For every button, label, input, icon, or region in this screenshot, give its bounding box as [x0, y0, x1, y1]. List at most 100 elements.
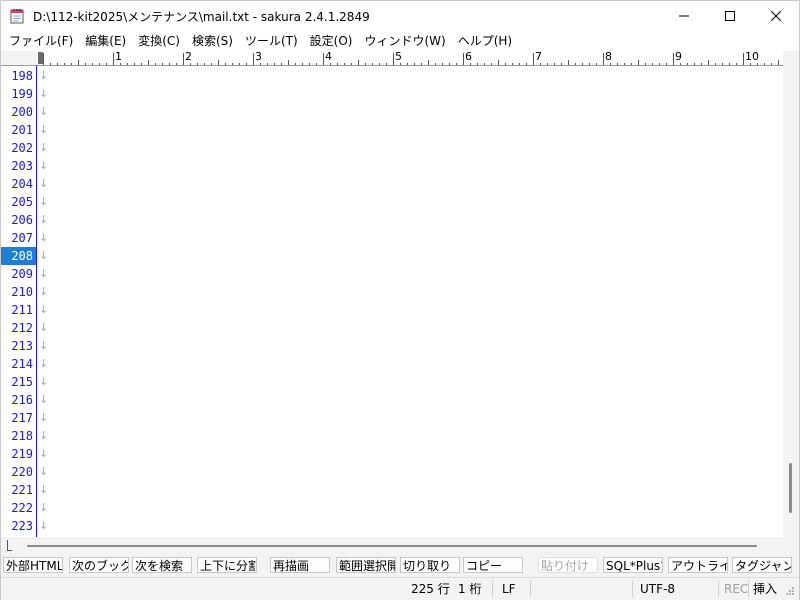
line-number[interactable]: 201: [1, 121, 36, 139]
split-box-icon[interactable]: [7, 540, 12, 551]
function-key-button[interactable]: 次のブックマーク: [69, 557, 129, 573]
line-number[interactable]: 216: [1, 391, 36, 409]
editor-line[interactable]: 201 ↓: [1, 121, 783, 139]
ruler-number: 8: [605, 51, 612, 63]
menu-window[interactable]: ウィンドウ(W): [358, 31, 451, 51]
maximize-button[interactable]: [707, 1, 753, 31]
line-number[interactable]: 205: [1, 193, 36, 211]
line-number[interactable]: 222: [1, 499, 36, 517]
line-number[interactable]: 208: [1, 247, 36, 265]
editor-line[interactable]: 208 ↓: [1, 247, 783, 265]
editor-line[interactable]: 205 ↓: [1, 193, 783, 211]
ruler-tick: [127, 63, 128, 65]
editor-line[interactable]: 204 ↓: [1, 175, 783, 193]
ruler-tick: [218, 60, 219, 65]
ruler-tick: [183, 53, 184, 65]
editor-line[interactable]: 223 ↓: [1, 517, 783, 535]
text-editor[interactable]: 1 2 3 4 5 6 7 8 9 10 198 ↓ 199 ↓ 200 ↓ 201 ↓ 202 ↓ 203 ↓ 204 ↓…: [1, 51, 783, 537]
eol-arrow-icon: ↓: [39, 267, 49, 280]
function-key-button[interactable]: 切り取り: [400, 557, 460, 573]
line-number[interactable]: 217: [1, 409, 36, 427]
line-number[interactable]: 219: [1, 445, 36, 463]
close-button[interactable]: [753, 1, 799, 31]
editor-line[interactable]: 200 ↓: [1, 103, 783, 121]
function-key-button[interactable]: 範囲選択開始: [336, 557, 396, 573]
menu-help[interactable]: ヘルプ(H): [452, 31, 518, 51]
horizontal-scrollbar[interactable]: [1, 537, 799, 553]
editor-lines[interactable]: 198 ↓ 199 ↓ 200 ↓ 201 ↓ 202 ↓ 203 ↓ 204 ↓ 205 ↓ 206 ↓ 207 ↓…: [1, 66, 783, 537]
line-number[interactable]: 199: [1, 85, 36, 103]
ruler-tick: [57, 63, 58, 65]
line-number[interactable]: 218: [1, 427, 36, 445]
editor-line[interactable]: 203 ↓: [1, 157, 783, 175]
eol-arrow-icon: ↓: [39, 447, 49, 460]
line-number[interactable]: 223: [1, 517, 36, 535]
line-number[interactable]: 213: [1, 337, 36, 355]
function-key-button[interactable]: SQL*Plusで実行: [603, 557, 663, 573]
menu-tools[interactable]: ツール(T): [239, 31, 304, 51]
editor-line[interactable]: 219 ↓: [1, 445, 783, 463]
editor-line[interactable]: 207 ↓: [1, 229, 783, 247]
minimize-button[interactable]: [661, 1, 707, 31]
vertical-scrollbar[interactable]: [783, 51, 799, 537]
editor-line[interactable]: 199 ↓: [1, 85, 783, 103]
editor-line[interactable]: 221 ↓: [1, 481, 783, 499]
editor-line[interactable]: 214 ↓: [1, 355, 783, 373]
editor-line[interactable]: 213 ↓: [1, 337, 783, 355]
line-number[interactable]: 203: [1, 157, 36, 175]
horizontal-scroll-thumb[interactable]: [27, 545, 757, 547]
editor-line[interactable]: 211 ↓: [1, 301, 783, 319]
function-key-button[interactable]: アウトライン: [668, 557, 728, 573]
title-bar[interactable]: D:\112-kit2025\メンテナンス\mail.txt - sakura …: [1, 1, 799, 31]
line-number[interactable]: 202: [1, 139, 36, 157]
resize-grip-icon[interactable]: [785, 586, 795, 596]
ruler-tick: [715, 63, 716, 65]
editor-line[interactable]: 198 ↓: [1, 67, 783, 85]
menu-file[interactable]: ファイル(F): [1, 31, 79, 51]
ruler-tick: [463, 53, 464, 65]
editor-line[interactable]: 206 ↓: [1, 211, 783, 229]
line-number[interactable]: 207: [1, 229, 36, 247]
status-encoding[interactable]: UTF-8: [640, 578, 675, 600]
status-eol[interactable]: LF: [502, 578, 516, 600]
function-key-button[interactable]: タグジャンプ: [732, 557, 792, 573]
editor-line[interactable]: 210 ↓: [1, 283, 783, 301]
function-key-button[interactable]: コピー: [463, 557, 523, 573]
line-number[interactable]: 211: [1, 301, 36, 319]
vertical-scroll-thumb[interactable]: [789, 463, 792, 513]
editor-line[interactable]: 216 ↓: [1, 391, 783, 409]
line-number[interactable]: 209: [1, 265, 36, 283]
line-number[interactable]: 200: [1, 103, 36, 121]
line-number[interactable]: 221: [1, 481, 36, 499]
line-number[interactable]: 220: [1, 463, 36, 481]
line-number[interactable]: 215: [1, 373, 36, 391]
function-key-button[interactable]: 外部HTMLへ: [3, 557, 63, 573]
function-key-button[interactable]: 上下に分割: [197, 557, 257, 573]
menu-search[interactable]: 検索(S): [186, 31, 239, 51]
editor-line[interactable]: 220 ↓: [1, 463, 783, 481]
line-number[interactable]: 210: [1, 283, 36, 301]
line-number[interactable]: 198: [1, 67, 36, 85]
line-number[interactable]: 206: [1, 211, 36, 229]
ruler-tick: [365, 63, 366, 65]
editor-line[interactable]: 222 ↓: [1, 499, 783, 517]
ruler-tick: [232, 63, 233, 65]
editor-line[interactable]: 215 ↓: [1, 373, 783, 391]
status-insert-mode[interactable]: 挿入: [753, 578, 777, 600]
status-divider: [632, 581, 633, 597]
line-number[interactable]: 204: [1, 175, 36, 193]
menu-edit[interactable]: 編集(E): [79, 31, 132, 51]
line-number[interactable]: 214: [1, 355, 36, 373]
editor-line[interactable]: 217 ↓: [1, 409, 783, 427]
menu-convert[interactable]: 変換(C): [132, 31, 186, 51]
menu-settings[interactable]: 設定(O): [304, 31, 359, 51]
function-key-button[interactable]: 再描画: [270, 557, 330, 573]
editor-line[interactable]: 209 ↓: [1, 265, 783, 283]
ruler-tick: [736, 63, 737, 65]
ruler-tick: [162, 63, 163, 65]
editor-line[interactable]: 202 ↓: [1, 139, 783, 157]
editor-line[interactable]: 218 ↓: [1, 427, 783, 445]
function-key-button[interactable]: 次を検索: [132, 557, 192, 573]
line-number[interactable]: 212: [1, 319, 36, 337]
editor-line[interactable]: 212 ↓: [1, 319, 783, 337]
